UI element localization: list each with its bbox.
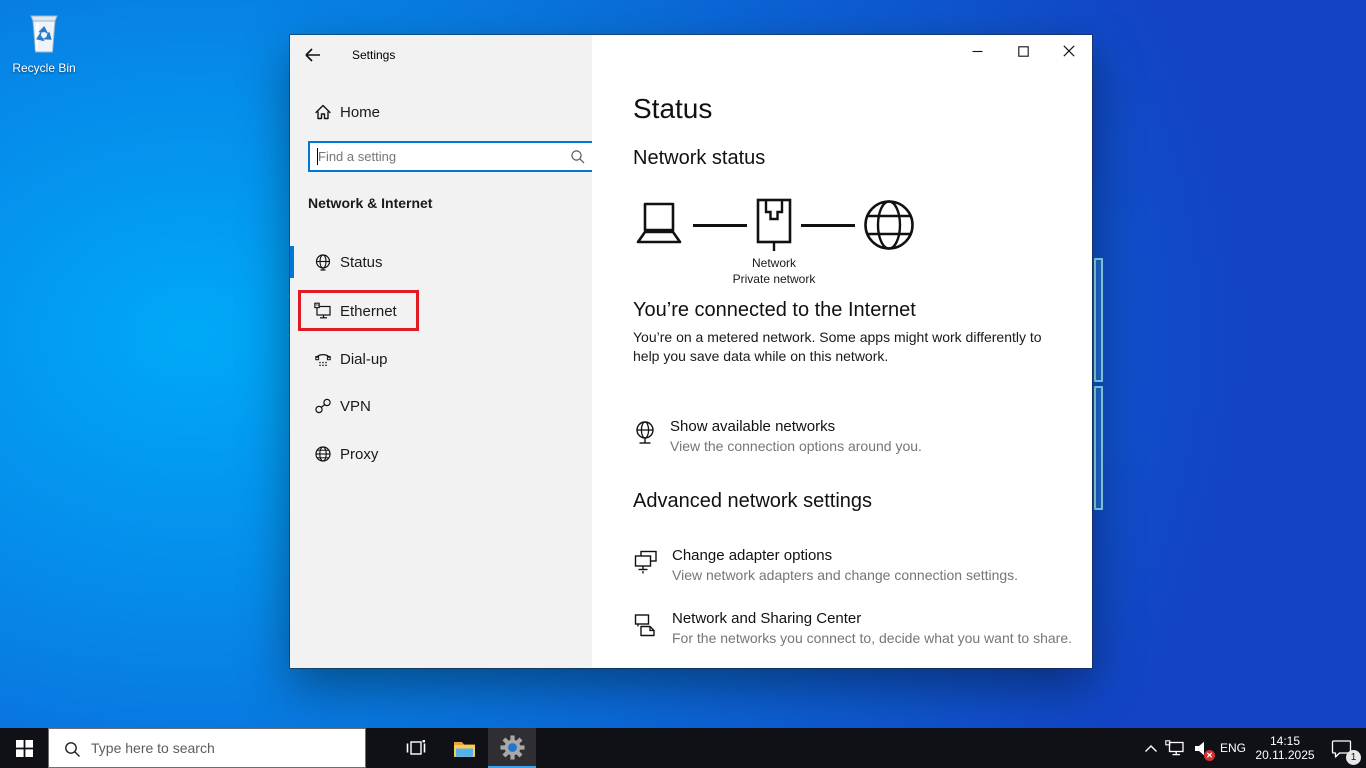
volume-muted-badge: ✕ <box>1204 750 1215 761</box>
link-subtitle: For the networks you connect to, decide … <box>672 630 1072 646</box>
text-caret <box>317 148 318 165</box>
file-explorer-icon <box>453 741 475 757</box>
action-center-button[interactable]: 1 <box>1320 728 1362 768</box>
background-window-edge <box>1094 386 1103 510</box>
change-adapter-options-link[interactable]: Change adapter options View network adap… <box>633 547 1018 583</box>
clock-date: 20.11.2025 <box>1255 748 1315 762</box>
sidebar-item-label: Status <box>340 253 383 271</box>
back-button[interactable] <box>296 41 330 69</box>
sidebar-item-label: Dial-up <box>340 350 388 368</box>
start-button[interactable] <box>0 728 48 768</box>
link-subtitle: View network adapters and change connect… <box>672 567 1019 583</box>
taskbar: ✕ ENG 14:15 20.11.2025 1 <box>0 728 1366 768</box>
chevron-up-icon <box>1145 744 1157 752</box>
settings-sidebar: Settings Home Network & Internet <box>290 35 595 668</box>
sidebar-section-header: Network & Internet <box>308 195 433 211</box>
home-icon <box>315 104 331 120</box>
link-texts: Show available networks View the connect… <box>670 418 922 454</box>
sidebar-item-home[interactable]: Home <box>314 101 380 123</box>
network-status-diagram: Network Private network <box>633 198 915 286</box>
clock-time: 14:15 <box>1269 733 1301 748</box>
sidebar-item-vpn[interactable]: VPN <box>290 388 592 424</box>
adapter-options-icon <box>634 550 657 574</box>
search-icon <box>571 150 585 164</box>
tray-network-button[interactable] <box>1162 728 1188 768</box>
desktop: Recycle Bin Settings Home Find a setting… <box>0 0 1366 728</box>
ethernet-network-icon <box>1164 739 1184 755</box>
window-title: Settings <box>352 48 396 62</box>
recycle-bin-label: Recycle Bin <box>12 61 76 75</box>
home-label: Home <box>340 103 381 121</box>
settings-taskbar-button[interactable] <box>488 728 536 768</box>
system-tray: ✕ ENG 14:15 20.11.2025 1 <box>1140 728 1366 768</box>
sidebar-item-proxy[interactable]: Proxy <box>290 436 592 472</box>
sidebar-item-label: Proxy <box>340 445 379 463</box>
sidebar-item-label: VPN <box>340 397 371 415</box>
link-title: Network and Sharing Center <box>672 610 862 627</box>
advanced-heading: Advanced network settings <box>633 490 873 512</box>
link-texts: Network and Sharing Center For the netwo… <box>672 610 1072 646</box>
minimize-icon <box>972 50 982 52</box>
tray-volume-button[interactable]: ✕ <box>1188 728 1216 768</box>
tray-overflow-button[interactable] <box>1140 728 1162 768</box>
minimize-button[interactable] <box>954 35 1000 67</box>
network-name: Network <box>751 256 796 270</box>
link-title: Change adapter options <box>672 547 833 564</box>
settings-window: Settings Home Network & Internet <box>290 35 1092 668</box>
file-explorer-button[interactable] <box>440 728 488 768</box>
settings-main-panel: Status Network status Network Private ne… <box>592 35 1092 668</box>
close-icon <box>1063 45 1075 57</box>
tray-clock-button[interactable]: 14:15 20.11.2025 <box>1250 728 1320 768</box>
sidebar-item-dialup[interactable]: Dial-up <box>290 341 592 377</box>
taskbar-search-input[interactable] <box>49 729 365 767</box>
link-subtitle: View the connection options around you. <box>670 438 922 454</box>
task-view-button[interactable] <box>392 728 440 768</box>
page-title: Status <box>633 93 713 124</box>
sharing-center-icon <box>634 614 655 637</box>
back-arrow-icon <box>305 48 320 62</box>
maximize-button[interactable] <box>1000 35 1046 67</box>
ethernet-icon <box>314 302 331 319</box>
connection-body: You’re on a metered network. Some apps m… <box>633 329 1042 364</box>
available-networks-icon <box>636 421 654 444</box>
maximize-icon <box>1017 45 1029 57</box>
connection-line <box>693 223 747 227</box>
recycle-bin-icon <box>30 15 58 53</box>
network-type: Private network <box>732 272 816 287</box>
notification-count-badge: 1 <box>1346 750 1361 765</box>
network-node-labels: Network Private network <box>694 255 854 287</box>
network-sharing-center-link[interactable]: Network and Sharing Center For the netwo… <box>633 610 1072 646</box>
settings-search-input[interactable] <box>310 143 593 170</box>
ethernet-jack-icon <box>756 198 792 251</box>
settings-gear-icon <box>499 734 525 760</box>
sidebar-item-status[interactable]: Status <box>290 244 592 280</box>
close-button[interactable] <box>1046 35 1092 67</box>
status-globe-icon <box>315 254 331 271</box>
windows-logo-icon <box>15 739 33 757</box>
network-node: Network Private network <box>733 198 815 286</box>
dialup-phone-icon <box>315 354 331 367</box>
taskbar-search-box <box>48 728 366 768</box>
sidebar-item-ethernet[interactable]: Ethernet <box>290 293 592 329</box>
show-available-networks-link[interactable]: Show available networks View the connect… <box>633 418 922 454</box>
network-status-heading: Network status <box>633 147 766 169</box>
language-label: ENG <box>1219 741 1246 755</box>
window-caption-buttons <box>954 35 1092 67</box>
settings-search-box <box>308 141 595 172</box>
laptop-icon <box>636 202 682 244</box>
internet-globe-icon <box>864 200 914 250</box>
connection-line <box>801 223 855 227</box>
background-window-edge <box>1094 258 1103 382</box>
link-texts: Change adapter options View network adap… <box>672 547 1018 583</box>
vpn-icon <box>315 398 331 414</box>
connection-title: You’re connected to the Internet <box>633 299 916 321</box>
task-view-icon <box>406 740 426 755</box>
sidebar-item-label: Ethernet <box>340 302 397 320</box>
proxy-globe-icon <box>315 446 331 462</box>
link-title: Show available networks <box>670 418 836 435</box>
tray-language-button[interactable]: ENG <box>1216 728 1250 768</box>
recycle-bin-desktop-icon[interactable]: Recycle Bin <box>6 10 82 75</box>
